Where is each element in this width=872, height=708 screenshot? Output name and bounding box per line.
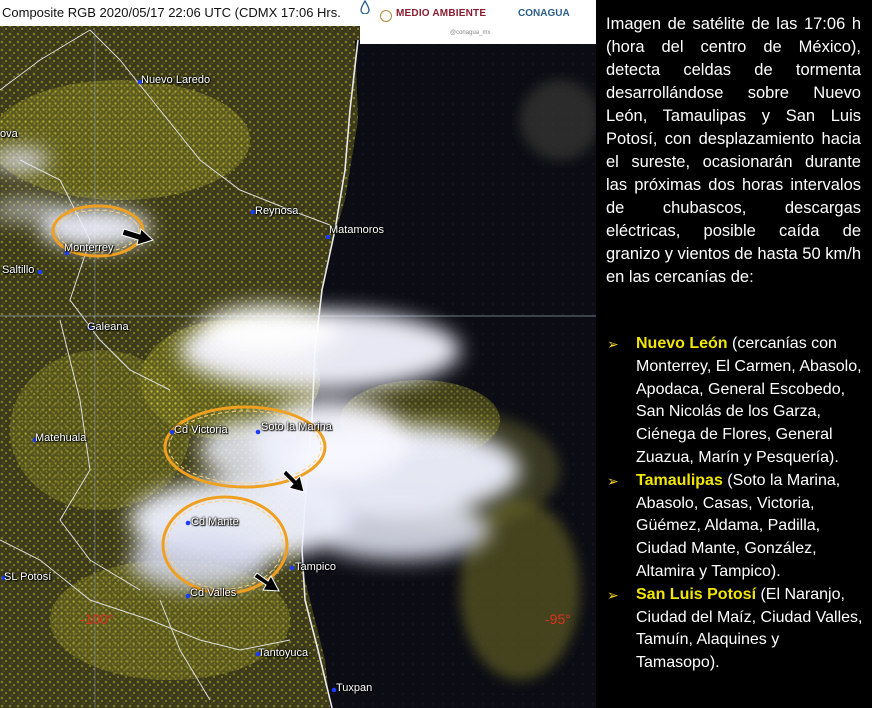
- logos-banner: MEDIO AMBIENTE CONAGUA @conagua_mx: [360, 0, 596, 44]
- city-label: Soto la Marina: [261, 421, 332, 433]
- city-label: SL Potosí: [4, 571, 52, 583]
- city-label: Tuxpan: [336, 682, 373, 694]
- water-drop-icon: [360, 0, 370, 14]
- arrow-bullet-icon: ➢: [607, 586, 619, 603]
- satellite-image: Nuevo Laredo Reynosa Matamoros Monterrey…: [0, 0, 596, 708]
- city-label: Matamoros: [329, 224, 385, 236]
- city-label: Monterrey: [64, 242, 114, 254]
- city-label: Matehuala: [35, 432, 87, 444]
- state-places: (cercanías con Monterrey, El Carmen, Aba…: [636, 335, 862, 466]
- city-label: Reynosa: [255, 205, 299, 217]
- seal-icon: [380, 10, 392, 22]
- arrow-bullet-icon: ➢: [607, 472, 619, 489]
- city-label: Galeana: [87, 321, 129, 333]
- logo-conagua: CONAGUA: [518, 8, 570, 19]
- description-panel: Imagen de satélite de las 17:06 h (hora …: [596, 0, 872, 708]
- logo-medio-ambiente: MEDIO AMBIENTE: [396, 8, 487, 19]
- city-label: Tantoyuca: [258, 647, 309, 659]
- arrow-bullet-icon: ➢: [607, 336, 619, 352]
- state-list: ➢ Nuevo León (cercanías con Monterrey, E…: [606, 333, 864, 675]
- satellite-map: [0, 0, 596, 708]
- longitude-label: -95°: [545, 611, 571, 627]
- state-name: Tamaulipas: [636, 471, 723, 489]
- state-name: Nuevo León: [636, 335, 728, 352]
- list-item: ➢ San Luis Potosí (El Naranjo, Ciudad de…: [606, 584, 864, 675]
- city-label: Cd Valles: [190, 587, 237, 599]
- city-label: Cd Mante: [191, 516, 239, 528]
- city-label: Saltillo: [2, 264, 35, 276]
- list-item: ➢ Tamaulipas (Soto la Marina, Abasolo, C…: [606, 470, 864, 584]
- logo-social-handle: @conagua_mx: [450, 30, 491, 36]
- city-label: Tampico: [295, 561, 336, 573]
- longitude-label: -100°: [80, 611, 114, 627]
- city-label: Cd Victoria: [174, 424, 228, 436]
- intro-text: Imagen de satélite de las 17:06 h (hora …: [606, 15, 861, 286]
- list-item: ➢ Nuevo León (cercanías con Monterrey, E…: [606, 333, 864, 470]
- image-header-title: Composite RGB 2020/05/17 22:06 UTC (CDMX…: [0, 0, 362, 26]
- city-label: ova: [0, 128, 18, 140]
- city-label: Nuevo Laredo: [141, 74, 211, 86]
- state-name: San Luis Potosí: [636, 585, 757, 603]
